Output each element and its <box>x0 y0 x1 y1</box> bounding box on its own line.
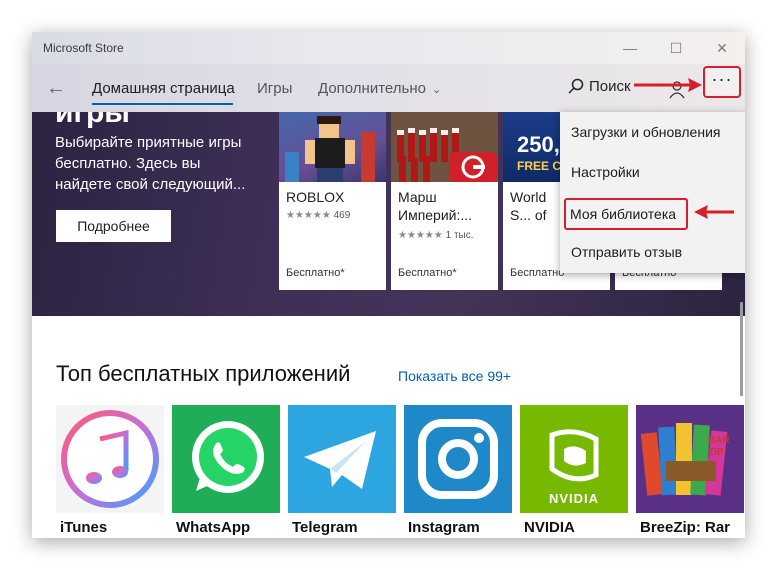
promo-amount: 250, <box>517 132 560 157</box>
window-title: Microsoft Store <box>43 41 124 55</box>
rating-count: 469 <box>333 210 351 221</box>
tab-home[interactable]: Домашняя страница <box>92 80 235 97</box>
scrollbar[interactable] <box>740 302 743 396</box>
back-button[interactable]: ← <box>40 74 72 102</box>
game-title: ROBLOX <box>286 189 345 205</box>
hero-description: Выбирайте приятные игры бесплатно. Здесь… <box>55 134 246 193</box>
close-button[interactable]: ✕ <box>699 32 745 64</box>
roblox-image <box>279 112 386 182</box>
promo-subtitle: FREE C <box>517 159 562 173</box>
minimize-button[interactable]: — <box>607 32 653 64</box>
telegram-icon <box>288 405 396 513</box>
nvidia-logo-text: NVIDIA <box>548 491 600 506</box>
arrow-to-library-icon <box>694 205 734 219</box>
game-title: World S... of Poke... <box>510 189 547 223</box>
game-rating: ★★★★★ 469 <box>286 210 350 221</box>
whatsapp-icon <box>172 405 280 513</box>
app-name: WhatsApp <box>176 519 251 536</box>
game-price: Бесплатно* <box>286 267 345 279</box>
app-name: BreeZip: Rar <box>640 519 731 536</box>
app-tile-telegram[interactable]: Telegram <box>288 405 396 538</box>
soldiers-icon <box>391 112 498 182</box>
instagram-icon <box>404 405 512 513</box>
app-name: iTunes <box>60 519 108 536</box>
active-tab-indicator <box>92 103 233 105</box>
learn-more-button[interactable]: Подробнее <box>56 210 171 242</box>
hero-heading: игры <box>55 112 130 129</box>
breezip-box-text: RAR ZIP <box>708 435 730 458</box>
rating-count: 1 тыс. <box>445 230 474 241</box>
game-price: Бесплатно* <box>398 267 457 279</box>
march-of-empires-image <box>391 112 498 182</box>
search-button[interactable]: Поиск <box>568 78 631 100</box>
maximize-button[interactable]: ☐ <box>653 32 699 64</box>
chevron-down-icon: ⌄ <box>431 84 442 96</box>
app-name: Instagram <box>408 519 480 536</box>
rating-stars-icon: ★★★★★ <box>286 210 331 221</box>
app-tile-instagram[interactable]: Instagram <box>404 405 512 538</box>
menu-item-my-library[interactable]: Моя библиотека <box>564 198 688 230</box>
itunes-icon <box>56 405 164 513</box>
show-all-link[interactable]: Показать все 99+ <box>398 368 511 384</box>
breezip-icon: RAR ZIP <box>636 405 744 513</box>
rating-stars-icon: ★★★★★ <box>398 230 443 241</box>
tab-more-label: Дополнительно <box>318 80 426 97</box>
nvidia-icon: NVIDIA <box>520 405 628 513</box>
arrow-to-more-icon <box>634 78 702 92</box>
app-tile-nvidia[interactable]: NVIDIA NVIDIA <box>520 405 628 538</box>
app-name: NVIDIA <box>524 519 575 536</box>
search-icon <box>568 78 584 94</box>
app-name: Telegram <box>292 519 358 536</box>
more-options-button[interactable]: ··· <box>703 66 741 98</box>
menu-item-downloads[interactable]: Загрузки и обновления <box>560 112 745 152</box>
title-bar: Microsoft Store — ☐ ✕ <box>32 32 745 64</box>
menu-item-settings[interactable]: Настройки <box>560 152 745 192</box>
app-tile-breezip[interactable]: RAR ZIP BreeZip: Rar <box>636 405 744 538</box>
app-tile-whatsapp[interactable]: WhatsApp <box>172 405 280 538</box>
tab-games[interactable]: Игры <box>257 80 292 97</box>
store-window: Microsoft Store — ☐ ✕ ← Домашняя страниц… <box>32 32 745 538</box>
game-card-roblox[interactable]: ROBLOX ★★★★★ 469 Бесплатно* <box>279 112 386 290</box>
game-rating: ★★★★★ 1 тыс. <box>398 230 474 241</box>
more-options-menu: Загрузки и обновления Настройки Моя библ… <box>560 112 745 273</box>
game-title: Марш Империй:... <box>398 189 473 223</box>
section-title: Топ бесплатных приложений <box>56 361 351 386</box>
roblox-character-icon <box>279 112 386 182</box>
app-tile-itunes[interactable]: iTunes <box>56 405 164 538</box>
tab-more-options[interactable]: Дополнительно ⌄ <box>318 80 441 97</box>
menu-item-feedback[interactable]: Отправить отзыв <box>560 232 745 272</box>
game-card-march[interactable]: Марш Империй:... ★★★★★ 1 тыс. Бесплатно* <box>391 112 498 290</box>
search-label: Поиск <box>589 78 631 95</box>
